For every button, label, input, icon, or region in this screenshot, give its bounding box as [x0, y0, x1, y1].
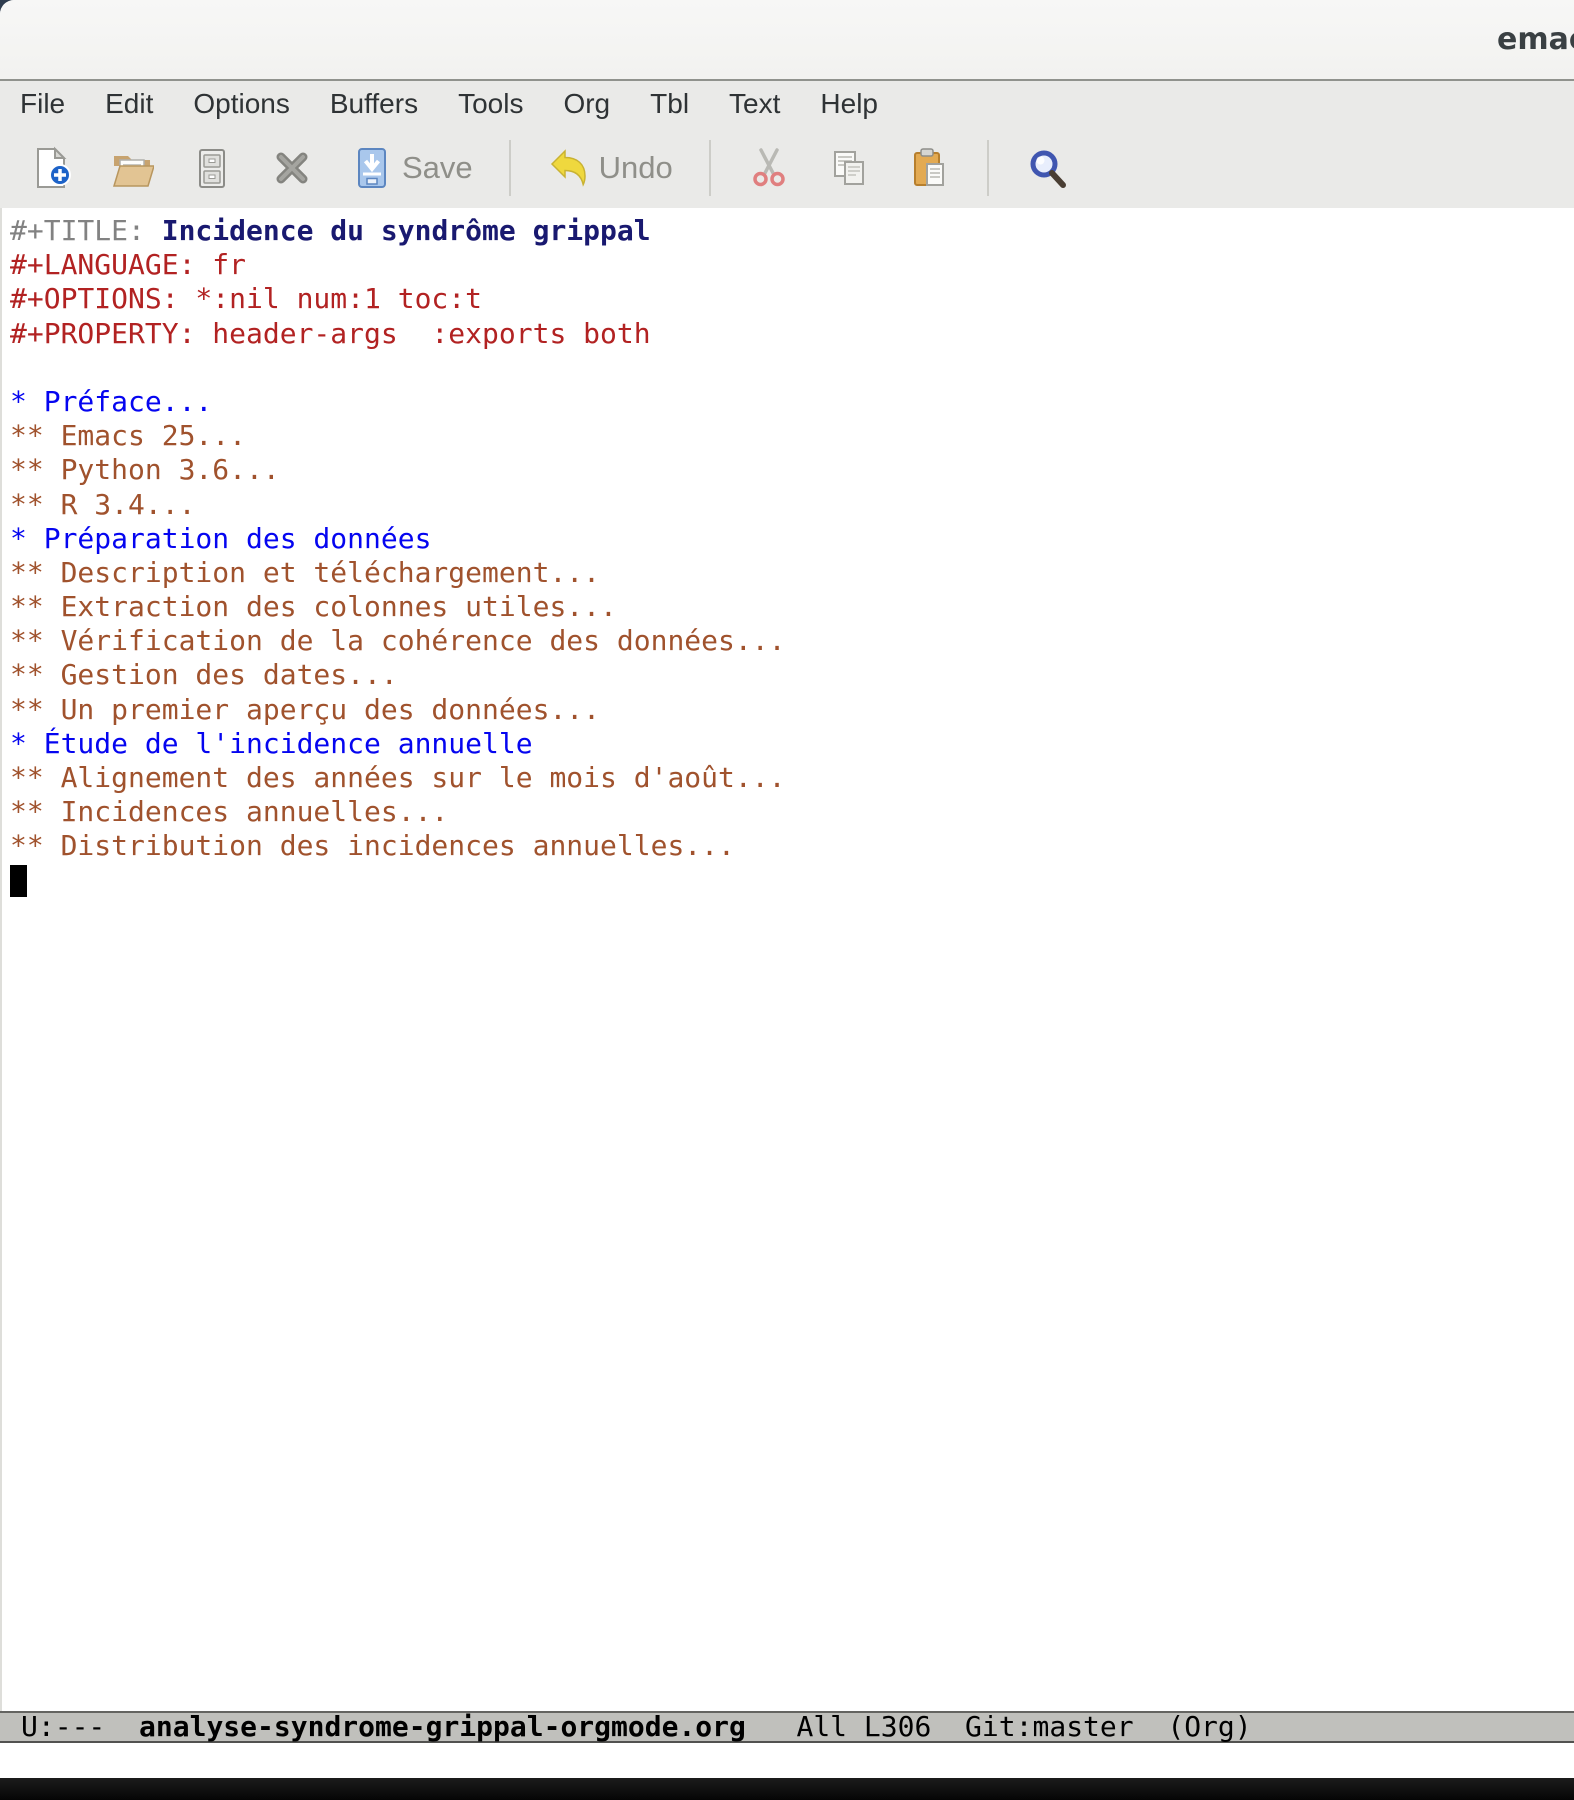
undo-label: Undo — [599, 150, 673, 186]
menu-edit[interactable]: Edit — [85, 88, 173, 120]
cut-icon — [747, 146, 791, 190]
text-cursor — [10, 865, 27, 897]
save-buffer-label: Save — [402, 150, 473, 186]
copy-button[interactable] — [827, 146, 871, 190]
buffer-line: ** Extraction des colonnes utiles... — [10, 590, 1574, 624]
paste-button[interactable] — [907, 146, 951, 190]
buffer-line: ** Python 3.6... — [10, 453, 1574, 487]
undo-icon — [547, 146, 591, 190]
toolbar: Save Undo — [0, 127, 1574, 208]
menu-text[interactable]: Text — [709, 88, 800, 120]
cut-button[interactable] — [747, 146, 791, 190]
save-icon — [350, 146, 394, 190]
undo-button[interactable]: Undo — [547, 146, 673, 190]
isearch-button[interactable] — [1025, 146, 1069, 190]
buffer-text-segment: ** Vérification de la cohérence des donn… — [10, 624, 785, 657]
buffer-line: #+PROPERTY: header-args :exports both — [10, 317, 1574, 351]
buffer-line: ** Incidences annuelles... — [10, 795, 1574, 829]
text-buffer[interactable]: #+TITLE: Incidence du syndrôme grippal#+… — [0, 208, 1574, 1711]
search-icon — [1025, 146, 1069, 190]
menu-buffers[interactable]: Buffers — [310, 88, 438, 120]
buffer-line: ** Emacs 25... — [10, 419, 1574, 453]
buffer-text-segment: ** Extraction des colonnes utiles... — [10, 590, 617, 623]
buffer-line — [10, 864, 1574, 898]
modeline-buffer-name: analyse-syndrome-grippal-orgmode.org — [139, 1710, 746, 1743]
copy-icon — [827, 146, 871, 190]
toolbar-separator — [509, 140, 511, 196]
titlebar: emacs — [0, 0, 1574, 81]
buffer-line: * Étude de l'incidence annuelle — [10, 727, 1574, 761]
open-folder-icon — [110, 146, 154, 190]
modeline-coding: U:--- — [21, 1710, 105, 1743]
menu-options[interactable]: Options — [173, 88, 310, 120]
close-icon — [270, 146, 314, 190]
open-file-button[interactable] — [110, 146, 154, 190]
buffer-text-segment: ** Un premier aperçu des données... — [10, 693, 600, 726]
buffer-line: ** Alignement des années sur le mois d'a… — [10, 761, 1574, 795]
buffer-line: ** Description et téléchargement... — [10, 556, 1574, 590]
buffer-text-segment: ** Description et téléchargement... — [10, 556, 600, 589]
window-bottom-edge — [0, 1778, 1574, 1800]
buffer-text-segment: #+TITLE: — [10, 214, 162, 247]
dired-button[interactable] — [190, 146, 234, 190]
buffer-line — [10, 351, 1574, 385]
buffer-line: ** Gestion des dates... — [10, 658, 1574, 692]
modeline-major-mode: (Org) — [1167, 1710, 1251, 1743]
buffer-text-segment: ** Distribution des incidences annuelles… — [10, 829, 735, 862]
buffer-line: ** Vérification de la cohérence des donn… — [10, 624, 1574, 658]
buffer-text-segment: ** Alignement des années sur le mois d'a… — [10, 761, 785, 794]
toolbar-separator — [709, 140, 711, 196]
buffer-line: #+OPTIONS: *:nil num:1 toc:t — [10, 282, 1574, 316]
buffer-text-segment: ** Gestion des dates... — [10, 658, 398, 691]
buffer-text-segment: * Préface... — [10, 385, 212, 418]
echo-area: <s-f11> is undefined — [0, 1743, 1574, 1778]
close-buffer-button[interactable] — [270, 146, 314, 190]
menu-tbl[interactable]: Tbl — [630, 88, 709, 120]
buffer-line: #+LANGUAGE: fr — [10, 248, 1574, 282]
buffer-line: * Préface... — [10, 385, 1574, 419]
buffer-line: ** Distribution des incidences annuelles… — [10, 829, 1574, 863]
new-file-button[interactable] — [30, 146, 74, 190]
buffer-text-segment: Incidence du syndrôme grippal — [162, 214, 651, 247]
buffer-text-segment: #+PROPERTY: header-args :exports both — [10, 317, 651, 350]
buffer-text-segment: ** Python 3.6... — [10, 453, 280, 486]
buffer-text-segment: ** Incidences annuelles... — [10, 795, 448, 828]
file-cabinet-icon — [190, 146, 234, 190]
emacs-window: emacs FileEditOptionsBuffersToolsOrgTblT… — [0, 0, 1574, 1800]
window-title: emacs — [1497, 22, 1574, 57]
modeline-vc-status: Git:master — [965, 1710, 1134, 1743]
menubar: FileEditOptionsBuffersToolsOrgTblTextHel… — [0, 81, 1574, 127]
buffer-line: * Préparation des données — [10, 522, 1574, 556]
buffer-text-segment: * Étude de l'incidence annuelle — [10, 727, 533, 760]
buffer-text-segment: ** Emacs 25... — [10, 419, 246, 452]
menu-org[interactable]: Org — [543, 88, 630, 120]
buffer-line: #+TITLE: Incidence du syndrôme grippal — [10, 214, 1574, 248]
menu-help[interactable]: Help — [800, 88, 898, 120]
buffer-text-segment: ** R 3.4... — [10, 488, 195, 521]
toolbar-separator — [987, 140, 989, 196]
paste-icon — [907, 146, 951, 190]
new-file-icon — [30, 146, 74, 190]
buffer-line: ** R 3.4... — [10, 488, 1574, 522]
modeline: U:--- analyse-syndrome-grippal-orgmode.o… — [0, 1711, 1574, 1743]
buffer-text-segment: #+LANGUAGE: fr — [10, 248, 246, 281]
save-buffer-button[interactable]: Save — [350, 146, 473, 190]
menu-file[interactable]: File — [0, 88, 85, 120]
modeline-position: All L306 — [796, 1710, 931, 1743]
buffer-text-segment: #+OPTIONS: *:nil num:1 toc:t — [10, 282, 482, 315]
menu-tools[interactable]: Tools — [438, 88, 543, 120]
buffer-line: ** Un premier aperçu des données... — [10, 693, 1574, 727]
buffer-text-segment: * Préparation des données — [10, 522, 431, 555]
